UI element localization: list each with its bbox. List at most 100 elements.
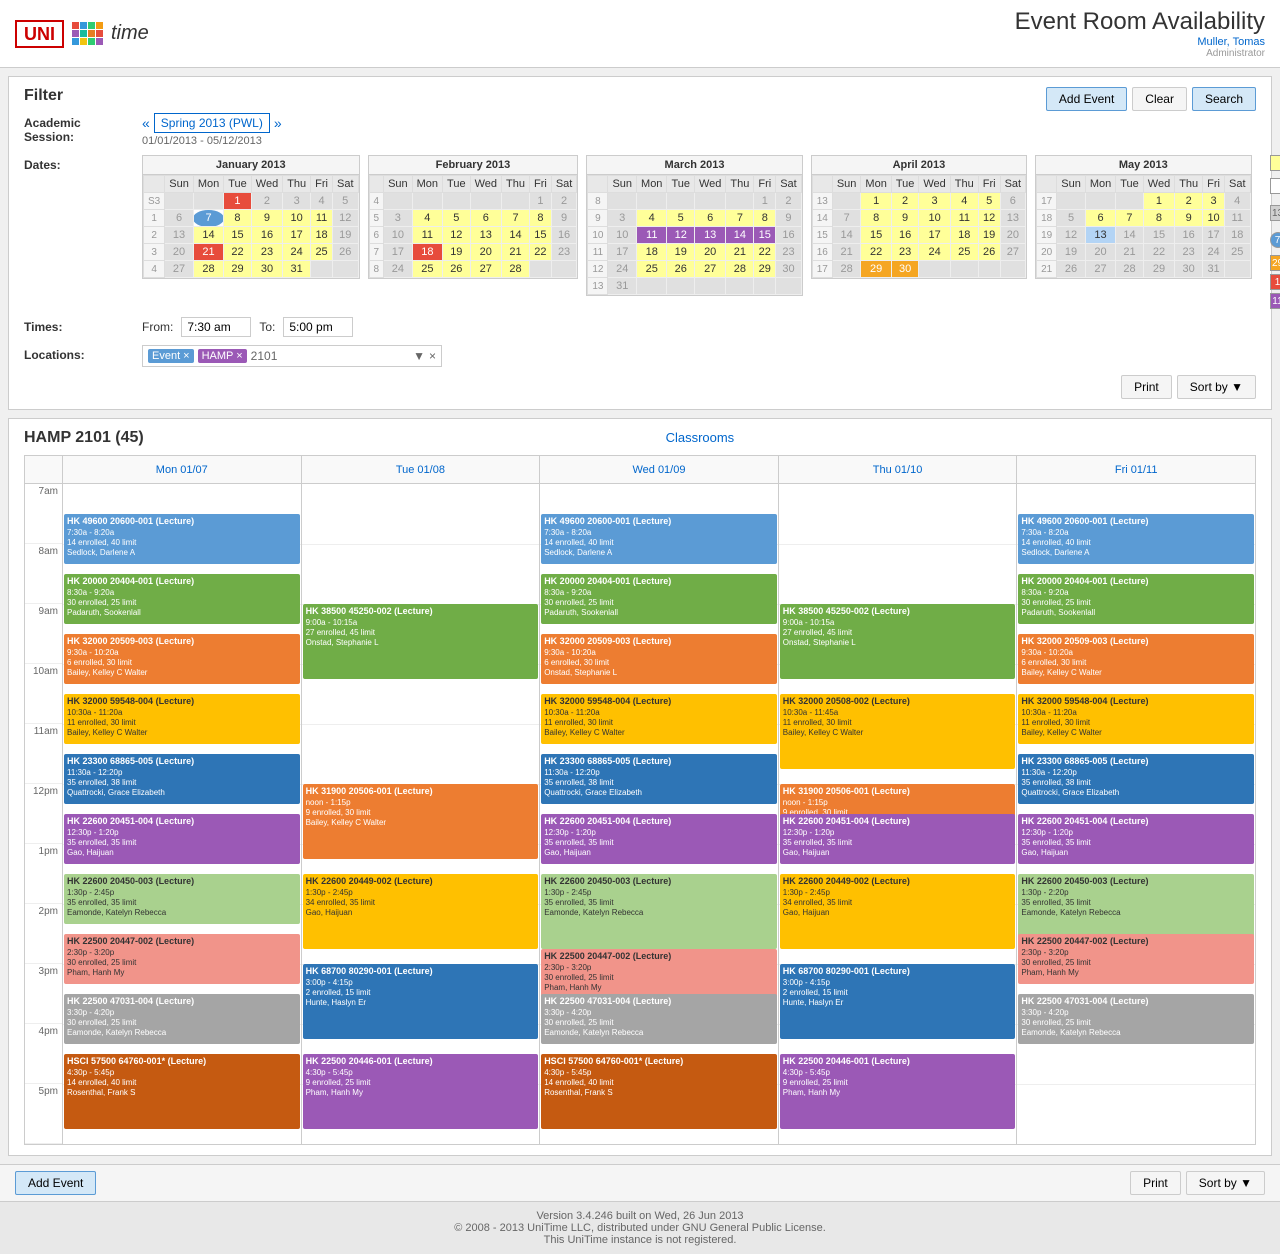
cal-day[interactable]: 15 xyxy=(861,227,891,244)
locations-dropdown-btn[interactable]: ▼ xyxy=(413,349,425,363)
cal-day[interactable]: 9 xyxy=(891,210,919,227)
cal-day[interactable]: 5 xyxy=(667,210,695,227)
event-block[interactable]: HSCI 57500 64760-001* (Lecture) 4:30p - … xyxy=(64,1054,300,1129)
cal-day[interactable] xyxy=(726,193,754,210)
cal-day[interactable]: 2 xyxy=(891,193,919,210)
cal-day[interactable]: 16 xyxy=(1175,227,1203,244)
event-block[interactable]: HK 22500 47031-004 (Lecture) 3:30p - 4:2… xyxy=(541,994,777,1044)
cal-day[interactable] xyxy=(608,193,637,210)
cal-day[interactable]: 12 xyxy=(667,227,695,244)
cal-day[interactable]: 16 xyxy=(891,227,919,244)
event-block[interactable]: HK 22500 20446-001 (Lecture) 4:30p - 5:4… xyxy=(780,1054,1016,1129)
cal-day[interactable]: 3 xyxy=(919,193,950,210)
cal-day[interactable]: 11 xyxy=(412,227,442,244)
cal-day[interactable]: 20 xyxy=(1085,244,1115,261)
cal-day[interactable]: 15 xyxy=(754,227,776,244)
cal-day[interactable]: 10 xyxy=(384,227,413,244)
cal-day[interactable]: 27 xyxy=(1000,244,1026,261)
cal-day[interactable]: 23 xyxy=(776,244,802,261)
cal-day[interactable]: 13 xyxy=(470,227,501,244)
event-block[interactable]: HK 22500 20447-002 (Lecture) 2:30p - 3:2… xyxy=(541,949,777,999)
event-block[interactable]: HK 20000 20404-001 (Lecture) 8:30a - 9:2… xyxy=(64,574,300,624)
cal-day[interactable]: 10 xyxy=(283,210,311,227)
cal-day[interactable]: 24 xyxy=(608,261,637,278)
cal-day[interactable]: 22 xyxy=(224,244,252,261)
cal-day[interactable]: 28 xyxy=(193,261,223,278)
cal-day[interactable]: 7 xyxy=(502,210,530,227)
cal-day[interactable]: 12 xyxy=(332,210,358,227)
location-tag-hamp[interactable]: HAMP × xyxy=(198,349,247,363)
cal-day[interactable] xyxy=(165,193,194,210)
cal-day[interactable]: 15 xyxy=(1143,227,1174,244)
cal-day[interactable]: 30 xyxy=(251,261,282,278)
cal-day[interactable]: 12 xyxy=(978,210,1000,227)
cal-day[interactable]: 7 xyxy=(193,210,223,227)
cal-day[interactable]: 14 xyxy=(832,227,861,244)
cal-day[interactable]: 11 xyxy=(950,210,978,227)
cal-day[interactable]: 3 xyxy=(283,193,311,210)
cal-day[interactable]: 18 xyxy=(950,227,978,244)
cal-day[interactable]: 4 xyxy=(950,193,978,210)
cal-day[interactable]: 26 xyxy=(332,244,358,261)
event-block[interactable]: HK 22600 20451-004 (Lecture) 12:30p - 1:… xyxy=(541,814,777,864)
sort-button-bottom[interactable]: Sort by ▼ xyxy=(1186,1171,1265,1195)
cal-day[interactable]: 10 xyxy=(919,210,950,227)
cal-day[interactable]: 26 xyxy=(978,244,1000,261)
cal-day[interactable]: 4 xyxy=(637,210,667,227)
cal-day[interactable]: 2 xyxy=(776,193,802,210)
print-button[interactable]: Print xyxy=(1121,375,1172,399)
event-block[interactable]: HK 22500 20446-001 (Lecture) 4:30p - 5:4… xyxy=(303,1054,539,1129)
cal-day[interactable]: 21 xyxy=(1116,244,1144,261)
cal-day[interactable]: 5 xyxy=(443,210,471,227)
cal-day[interactable]: 2 xyxy=(1175,193,1203,210)
cal-day[interactable]: 23 xyxy=(891,244,919,261)
cal-day[interactable]: 24 xyxy=(919,244,950,261)
cal-day[interactable]: 29 xyxy=(224,261,252,278)
cal-day[interactable]: 4 xyxy=(311,193,333,210)
cal-day[interactable]: 31 xyxy=(283,261,311,278)
event-block[interactable]: HK 32000 59548-004 (Lecture) 10:30a - 11… xyxy=(1018,694,1254,744)
cal-day[interactable]: 28 xyxy=(832,261,861,278)
cal-day[interactable]: 22 xyxy=(861,244,891,261)
cal-day[interactable]: 18 xyxy=(412,244,442,261)
cal-day[interactable]: 22 xyxy=(1143,244,1174,261)
event-block[interactable]: HK 68700 80290-001 (Lecture) 3:00p - 4:1… xyxy=(303,964,539,1039)
cal-day[interactable]: 19 xyxy=(978,227,1000,244)
cal-day[interactable] xyxy=(412,193,442,210)
time-to-input[interactable] xyxy=(283,317,353,337)
cal-day[interactable]: 25 xyxy=(412,261,442,278)
cal-day[interactable]: 15 xyxy=(529,227,551,244)
cal-day[interactable]: 17 xyxy=(384,244,413,261)
cal-day[interactable]: 20 xyxy=(165,244,194,261)
cal-day[interactable] xyxy=(311,261,333,278)
day-header-tuesday[interactable]: Tue 01/08 xyxy=(302,456,540,484)
cal-day[interactable]: 5 xyxy=(1057,210,1086,227)
cal-day[interactable]: 23 xyxy=(251,244,282,261)
cal-day[interactable]: 27 xyxy=(1085,261,1115,278)
event-block[interactable]: HK 32000 59548-004 (Lecture) 10:30a - 11… xyxy=(541,694,777,744)
search-button-top[interactable]: Search xyxy=(1192,87,1256,111)
event-block[interactable]: HK 49600 20600-001 (Lecture) 7:30a - 8:2… xyxy=(541,514,777,564)
cal-day[interactable]: 8 xyxy=(1143,210,1174,227)
cal-day[interactable]: 23 xyxy=(1175,244,1203,261)
cal-day[interactable] xyxy=(950,261,978,278)
cal-day[interactable]: 6 xyxy=(1085,210,1115,227)
cal-day[interactable]: 14 xyxy=(502,227,530,244)
cal-day[interactable]: 16 xyxy=(251,227,282,244)
cal-day[interactable]: 23 xyxy=(551,244,577,261)
cal-day[interactable] xyxy=(1224,261,1250,278)
cal-day[interactable]: 8 xyxy=(224,210,252,227)
cal-day[interactable]: 1 xyxy=(861,193,891,210)
cal-day[interactable]: 3 xyxy=(608,210,637,227)
cal-day[interactable] xyxy=(637,278,667,295)
add-event-button-bottom[interactable]: Add Event xyxy=(15,1171,96,1195)
cal-day[interactable]: 2 xyxy=(251,193,282,210)
cal-day[interactable]: 8 xyxy=(861,210,891,227)
event-block[interactable]: HK 22600 20450-003 (Lecture) 1:30p - 2:4… xyxy=(64,874,300,924)
cal-day[interactable]: 14 xyxy=(193,227,223,244)
cal-day[interactable]: 25 xyxy=(1224,244,1250,261)
event-block[interactable]: HK 32000 20508-002 (Lecture) 10:30a - 11… xyxy=(780,694,1016,769)
cal-day[interactable]: 17 xyxy=(1203,227,1225,244)
cal-day[interactable]: 3 xyxy=(384,210,413,227)
cal-day[interactable]: 16 xyxy=(551,227,577,244)
